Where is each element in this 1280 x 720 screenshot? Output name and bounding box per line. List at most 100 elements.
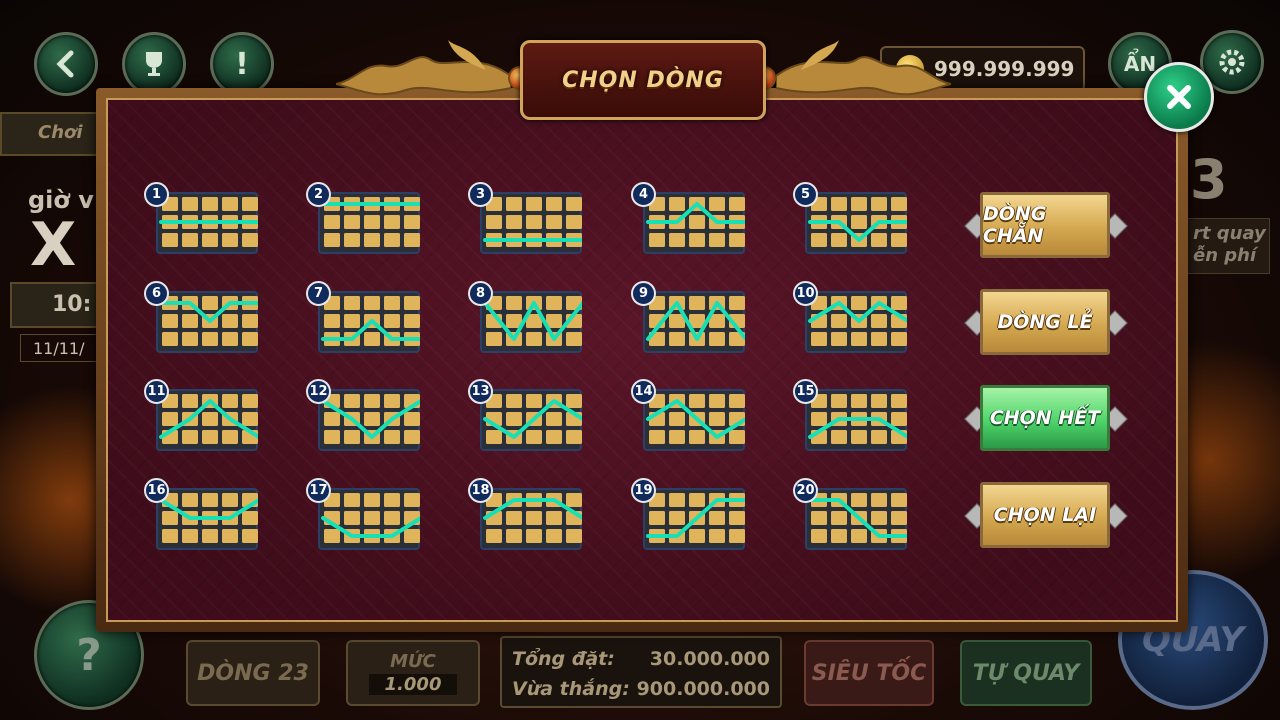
- reel-cell: [689, 394, 705, 408]
- reel-cell: [162, 511, 178, 525]
- reel-cell: [669, 493, 685, 507]
- reel-cell: [324, 412, 340, 426]
- reel-cell: [162, 233, 178, 247]
- line-option-9[interactable]: 9: [631, 281, 745, 353]
- line-number-badge: 1: [144, 182, 169, 207]
- reel-cell: [891, 296, 907, 310]
- reel-cell: [546, 296, 562, 310]
- line-option-20[interactable]: 20: [793, 478, 907, 550]
- line-pattern: [808, 493, 907, 543]
- reel-cell: [506, 511, 522, 525]
- reel-cell: [324, 314, 340, 328]
- line-pattern: [321, 493, 420, 543]
- reel-cell: [729, 296, 745, 310]
- line-option-4[interactable]: 4: [631, 182, 745, 254]
- reel-cell: [709, 332, 725, 346]
- reel-cell: [891, 332, 907, 346]
- line-option-10[interactable]: 10: [793, 281, 907, 353]
- reel-cell: [202, 412, 218, 426]
- reel-cell: [811, 412, 827, 426]
- reel-cell: [506, 215, 522, 229]
- line-number-badge: 19: [631, 478, 656, 503]
- reel-cell: [709, 412, 725, 426]
- line-option-2[interactable]: 2: [306, 182, 420, 254]
- reel-cell: [162, 412, 178, 426]
- reset-lines-button[interactable]: CHỌN LẠI: [964, 480, 1128, 550]
- line-option-13[interactable]: 13: [468, 379, 582, 451]
- reel-cell: [871, 394, 887, 408]
- reel-cell: [566, 394, 582, 408]
- line-pattern: [159, 296, 258, 346]
- line-option-3[interactable]: 3: [468, 182, 582, 254]
- line-option-5[interactable]: 5: [793, 182, 907, 254]
- reel-cell: [729, 394, 745, 408]
- reel-cell: [871, 430, 887, 444]
- line-option-16[interactable]: 16: [144, 478, 258, 550]
- reel-cell: [364, 296, 380, 310]
- reel-cell: [709, 394, 725, 408]
- select-odd-lines-label: DÒNG LẺ: [980, 289, 1110, 355]
- reel-cell: [831, 233, 847, 247]
- line-option-18[interactable]: 18: [468, 478, 582, 550]
- line-option-8[interactable]: 8: [468, 281, 582, 353]
- reel-cell: [566, 332, 582, 346]
- line-pattern: [646, 296, 745, 346]
- reel-cell: [689, 233, 705, 247]
- line-option-6[interactable]: 6: [144, 281, 258, 353]
- reel-cell: [202, 493, 218, 507]
- line-pattern: [483, 197, 582, 247]
- reel-cell: [831, 511, 847, 525]
- dragon-ornament-right-icon: [776, 40, 951, 96]
- reel-cell: [364, 394, 380, 408]
- reel-cell: [404, 296, 420, 310]
- reel-cell: [669, 332, 685, 346]
- reel-cell: [162, 314, 178, 328]
- reel-cell: [324, 430, 340, 444]
- reel-cell: [851, 394, 867, 408]
- reel-cell: [222, 493, 238, 507]
- select-even-lines-button[interactable]: DÒNG CHẴN: [964, 190, 1128, 260]
- dialog-title: CHỌN DÒNG: [562, 67, 724, 93]
- line-option-15[interactable]: 15: [793, 379, 907, 451]
- select-all-lines-button[interactable]: CHỌN HẾT: [964, 383, 1128, 453]
- reel-cell: [689, 493, 705, 507]
- reel-cell: [566, 493, 582, 507]
- line-option-12[interactable]: 12: [306, 379, 420, 451]
- line-option-19[interactable]: 19: [631, 478, 745, 550]
- reel-cell: [202, 197, 218, 211]
- line-option-17[interactable]: 17: [306, 478, 420, 550]
- reel-cell: [506, 296, 522, 310]
- line-number-badge: 3: [468, 182, 493, 207]
- reel-cell: [404, 314, 420, 328]
- close-button[interactable]: [1144, 62, 1214, 132]
- reel-cell: [649, 430, 665, 444]
- reel-cell: [831, 197, 847, 211]
- reel-cell: [546, 412, 562, 426]
- reel-cell: [871, 233, 887, 247]
- reel-cell: [324, 529, 340, 543]
- line-pattern: [483, 296, 582, 346]
- line-option-14[interactable]: 14: [631, 379, 745, 451]
- reel-cell: [202, 296, 218, 310]
- reel-cell: [384, 511, 400, 525]
- select-odd-lines-button[interactable]: DÒNG LẺ: [964, 287, 1128, 357]
- reel-cell: [222, 332, 238, 346]
- reel-cell: [404, 493, 420, 507]
- reel-cell: [709, 233, 725, 247]
- reel-cell: [242, 314, 258, 328]
- line-option-11[interactable]: 11: [144, 379, 258, 451]
- line-number-badge: 18: [468, 478, 493, 503]
- reel-cell: [182, 529, 198, 543]
- reel-cell: [526, 332, 542, 346]
- line-pattern: [321, 394, 420, 444]
- line-number-badge: 15: [793, 379, 818, 404]
- line-option-1[interactable]: 1: [144, 182, 258, 254]
- line-number-badge: 20: [793, 478, 818, 503]
- dialog-title-plate: CHỌN DÒNG: [520, 40, 766, 120]
- reel-cell: [404, 430, 420, 444]
- reel-cell: [242, 511, 258, 525]
- line-option-7[interactable]: 7: [306, 281, 420, 353]
- line-number-badge: 7: [306, 281, 331, 306]
- reel-cell: [729, 529, 745, 543]
- close-icon: [1167, 85, 1191, 109]
